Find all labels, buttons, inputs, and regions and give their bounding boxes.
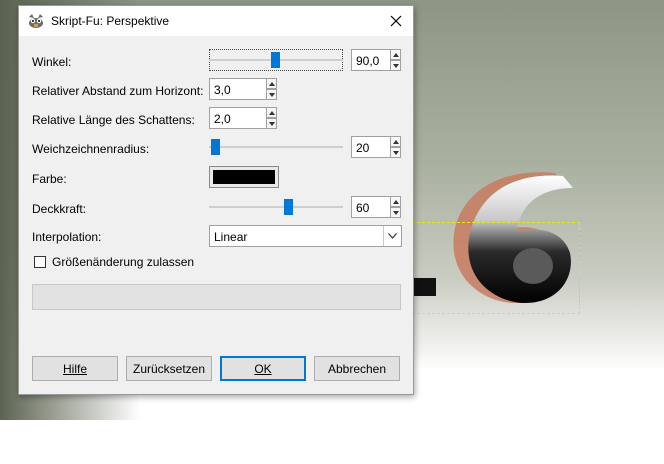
reset-button-label: Zurücksetzen <box>132 361 206 376</box>
cancel-button-label: Abbrechen <box>327 361 387 376</box>
ok-button[interactable]: OK <box>220 356 306 381</box>
help-button-label: Hilfe <box>62 361 87 376</box>
arrow-down-icon <box>393 211 399 215</box>
window-title: Skript-Fu: Perspektive <box>51 14 170 28</box>
interpolation-select[interactable]: Linear <box>209 225 402 247</box>
winkel-slider[interactable] <box>209 49 343 71</box>
arrow-up-icon <box>393 200 399 204</box>
close-button[interactable] <box>379 6 413 36</box>
arrow-up-icon <box>269 111 275 115</box>
laenge-spin-input[interactable]: 2,0 <box>209 107 267 129</box>
spin-up-button[interactable] <box>390 196 401 207</box>
winkel-spin-input[interactable]: 90,0 <box>351 49 391 71</box>
arrow-up-icon <box>269 82 275 86</box>
weichzeichnen-label: Weichzeichnenradius: <box>32 142 150 156</box>
spin-down-button[interactable] <box>390 207 401 218</box>
spin-down-button[interactable] <box>390 147 401 158</box>
arrow-down-icon <box>393 64 399 68</box>
weichzeichnen-value: 20 <box>356 141 370 155</box>
spin-up-button[interactable] <box>266 107 277 118</box>
close-icon <box>390 15 402 27</box>
spin-down-button[interactable] <box>266 118 277 129</box>
arrow-up-icon <box>393 53 399 57</box>
interpolation-value: Linear <box>214 230 248 244</box>
deckkraft-slider[interactable] <box>209 196 343 218</box>
ok-button-label: OK <box>254 361 272 376</box>
slider-thumb[interactable] <box>284 199 293 215</box>
slider-thumb[interactable] <box>271 52 280 68</box>
deckkraft-spin-input[interactable]: 60 <box>351 196 391 218</box>
deckkraft-label: Deckkraft: <box>32 202 87 216</box>
reset-button[interactable]: Zurücksetzen <box>126 356 212 381</box>
arrow-down-icon <box>393 151 399 155</box>
weichzeichnen-spin-buttons <box>390 136 401 158</box>
help-button[interactable]: Hilfe <box>32 356 118 381</box>
arrow-up-icon <box>393 140 399 144</box>
resize-checkbox[interactable] <box>34 256 46 268</box>
slider-thumb[interactable] <box>211 139 220 155</box>
laenge-label: Relative Länge des Schattens: <box>32 113 195 127</box>
winkel-value: 90,0 <box>356 54 380 68</box>
winkel-label: Winkel: <box>32 55 72 69</box>
abstand-label: Relativer Abstand zum Horizont: <box>32 84 204 98</box>
resize-checkbox-label[interactable]: Größenänderung zulassen <box>52 255 194 269</box>
abstand-spin-input[interactable]: 3,0 <box>209 78 267 100</box>
color-button[interactable] <box>209 166 279 188</box>
slider-track <box>209 146 343 148</box>
canvas-dash-glyph <box>414 278 436 296</box>
combo-arrow <box>383 226 401 246</box>
farbe-label: Farbe: <box>32 172 67 186</box>
deckkraft-spin-buttons <box>390 196 401 218</box>
winkel-spin-buttons <box>390 49 401 71</box>
progress-bar <box>32 284 401 310</box>
laenge-value: 2,0 <box>214 112 231 126</box>
deckkraft-value: 60 <box>356 201 370 215</box>
arrow-down-icon <box>269 122 275 126</box>
weichzeichnen-slider[interactable] <box>209 136 343 158</box>
spin-down-button[interactable] <box>266 89 277 100</box>
laenge-spin-buttons <box>266 107 277 129</box>
spin-up-button[interactable] <box>390 136 401 147</box>
title-bar: Skript-Fu: Perspektive <box>19 6 413 36</box>
cancel-button[interactable]: Abbrechen <box>314 356 400 381</box>
abstand-spin-buttons <box>266 78 277 100</box>
weichzeichnen-spin-input[interactable]: 20 <box>351 136 391 158</box>
spin-up-button[interactable] <box>266 78 277 89</box>
spin-up-button[interactable] <box>390 49 401 60</box>
slider-track <box>209 206 343 208</box>
interpolation-label: Interpolation: <box>32 230 102 244</box>
spin-down-button[interactable] <box>390 60 401 71</box>
arrow-down-icon <box>269 93 275 97</box>
abstand-value: 3,0 <box>214 83 231 97</box>
color-swatch <box>213 170 275 184</box>
chevron-down-icon <box>388 233 397 239</box>
gimp-icon <box>29 14 43 28</box>
selection-marquee <box>412 222 580 314</box>
script-fu-dialog: Skript-Fu: Perspektive Winkel: 90,0 Rela… <box>18 5 414 395</box>
